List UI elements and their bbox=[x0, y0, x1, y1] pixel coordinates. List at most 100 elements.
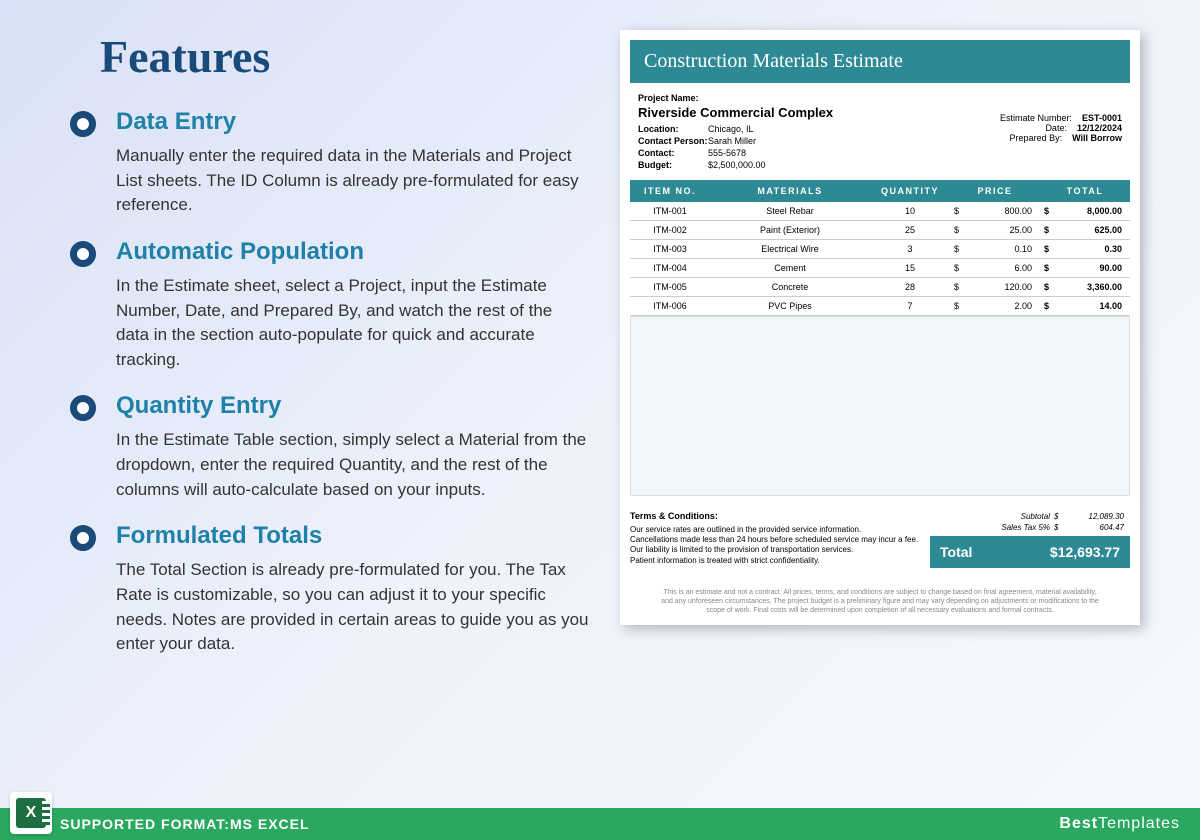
disclaimer: This is an estimate and not a contract. … bbox=[630, 588, 1130, 615]
cell-price: $25.00 bbox=[950, 225, 1040, 235]
prepared-by-value: Will Borrow bbox=[1072, 133, 1122, 143]
cell-material: Electrical Wire bbox=[710, 244, 870, 254]
bullet-icon bbox=[70, 111, 96, 137]
budget-label: Budget: bbox=[638, 160, 708, 170]
grand-total-value: $12,693.77 bbox=[1050, 544, 1120, 560]
tax-value: 604.47 bbox=[1064, 523, 1124, 532]
tax-label: Sales Tax 5% bbox=[936, 523, 1050, 532]
feature-body: The Total Section is already pre-formula… bbox=[116, 558, 590, 657]
totals-section: Terms & Conditions: Our service rates ar… bbox=[630, 511, 1130, 568]
grand-total-row: Total $12,693.77 bbox=[930, 536, 1130, 568]
supported-format-value: MS EXCEL bbox=[230, 816, 310, 832]
terms-line: Patient information is treated with stri… bbox=[630, 556, 920, 566]
totals-block: Subtotal$12,089.30 Sales Tax 5%$604.47 T… bbox=[930, 511, 1130, 568]
subtotal-value: 12,089.30 bbox=[1064, 512, 1124, 521]
cell-material: Concrete bbox=[710, 282, 870, 292]
page-title: Features bbox=[100, 30, 590, 83]
cell-price: $2.00 bbox=[950, 301, 1040, 311]
date-label: Date: bbox=[987, 123, 1067, 133]
feature-formulated-totals: Formulated Totals The Total Section is a… bbox=[70, 522, 590, 657]
cell-qty: 28 bbox=[870, 282, 950, 292]
cell-total: $8,000.00 bbox=[1040, 206, 1130, 216]
cell-total: $90.00 bbox=[1040, 263, 1130, 273]
total-label: Total bbox=[940, 544, 972, 560]
table-row: ITM-003Electrical Wire3$0.10$0.30 bbox=[630, 240, 1130, 259]
supported-format-label: SUPPORTED FORMAT: bbox=[60, 816, 230, 832]
feature-body: Manually enter the required data in the … bbox=[116, 144, 590, 218]
table-row: ITM-001Steel Rebar10$800.00$8,000.00 bbox=[630, 202, 1130, 221]
header-item: ITEM NO. bbox=[630, 186, 710, 196]
estimate-number-label: Estimate Number: bbox=[992, 113, 1072, 123]
bullet-icon bbox=[70, 525, 96, 551]
feature-title: Data Entry bbox=[116, 108, 590, 136]
excel-icon: X bbox=[10, 792, 52, 834]
brand-logo: BestTemplates bbox=[1059, 815, 1180, 833]
budget-value: $2,500,000.00 bbox=[708, 160, 766, 170]
contact-label: Contact: bbox=[638, 148, 708, 158]
cell-material: PVC Pipes bbox=[710, 301, 870, 311]
header-materials: MATERIALS bbox=[710, 186, 870, 196]
location-label: Location: bbox=[638, 124, 708, 134]
feature-auto-population: Automatic Population In the Estimate she… bbox=[70, 238, 590, 373]
empty-rows-area bbox=[630, 316, 1130, 496]
cell-qty: 15 bbox=[870, 263, 950, 273]
cell-price: $120.00 bbox=[950, 282, 1040, 292]
contact-value: 555-5678 bbox=[708, 148, 746, 158]
document-title: Construction Materials Estimate bbox=[630, 40, 1130, 83]
cell-total: $625.00 bbox=[1040, 225, 1130, 235]
document-preview: Construction Materials Estimate Project … bbox=[620, 30, 1140, 625]
estimate-number-value: EST-0001 bbox=[1082, 113, 1122, 123]
prepared-by-label: Prepared By: bbox=[982, 133, 1062, 143]
feature-title: Formulated Totals bbox=[116, 522, 590, 550]
cell-price: $0.10 bbox=[950, 244, 1040, 254]
feature-body: In the Estimate sheet, select a Project,… bbox=[116, 274, 590, 373]
cell-material: Steel Rebar bbox=[710, 206, 870, 216]
table-row: ITM-004Cement15$6.00$90.00 bbox=[630, 259, 1130, 278]
cell-item: ITM-002 bbox=[630, 225, 710, 235]
cell-qty: 7 bbox=[870, 301, 950, 311]
cell-item: ITM-001 bbox=[630, 206, 710, 216]
feature-quantity-entry: Quantity Entry In the Estimate Table sec… bbox=[70, 392, 590, 502]
table-row: ITM-002Paint (Exterior)25$25.00$625.00 bbox=[630, 221, 1130, 240]
cell-item: ITM-003 bbox=[630, 244, 710, 254]
feature-data-entry: Data Entry Manually enter the required d… bbox=[70, 108, 590, 218]
feature-title: Quantity Entry bbox=[116, 392, 590, 420]
terms-block: Terms & Conditions: Our service rates ar… bbox=[630, 511, 930, 568]
cell-qty: 25 bbox=[870, 225, 950, 235]
features-column: Features Data Entry Manually enter the r… bbox=[70, 30, 620, 808]
document-meta: Project Name: Riverside Commercial Compl… bbox=[630, 83, 1130, 180]
contact-person-value: Sarah Miller bbox=[708, 136, 756, 146]
header-quantity: QUANTITY bbox=[870, 186, 950, 196]
terms-line: Our service rates are outlined in the pr… bbox=[630, 525, 920, 535]
cell-qty: 10 bbox=[870, 206, 950, 216]
terms-line: Our liability is limited to the provisio… bbox=[630, 545, 920, 555]
header-price: PRICE bbox=[950, 186, 1040, 196]
cell-item: ITM-006 bbox=[630, 301, 710, 311]
cell-price: $800.00 bbox=[950, 206, 1040, 216]
table-row: ITM-006PVC Pipes7$2.00$14.00 bbox=[630, 297, 1130, 316]
cell-material: Cement bbox=[710, 263, 870, 273]
location-value: Chicago, IL bbox=[708, 124, 754, 134]
contact-person-label: Contact Person: bbox=[638, 136, 708, 146]
date-value: 12/12/2024 bbox=[1077, 123, 1122, 133]
cell-price: $6.00 bbox=[950, 263, 1040, 273]
table-body: ITM-001Steel Rebar10$800.00$8,000.00ITM-… bbox=[630, 202, 1130, 316]
cell-material: Paint (Exterior) bbox=[710, 225, 870, 235]
footer-bar: SUPPORTED FORMAT: MS EXCEL BestTemplates bbox=[0, 808, 1200, 840]
cell-qty: 3 bbox=[870, 244, 950, 254]
cell-item: ITM-004 bbox=[630, 263, 710, 273]
cell-total: $0.30 bbox=[1040, 244, 1130, 254]
cell-item: ITM-005 bbox=[630, 282, 710, 292]
bullet-icon bbox=[70, 241, 96, 267]
terms-title: Terms & Conditions: bbox=[630, 511, 920, 523]
project-name: Riverside Commercial Complex bbox=[638, 105, 928, 120]
cell-total: $3,360.00 bbox=[1040, 282, 1130, 292]
feature-title: Automatic Population bbox=[116, 238, 590, 266]
bullet-icon bbox=[70, 395, 96, 421]
document-preview-column: Construction Materials Estimate Project … bbox=[620, 30, 1150, 808]
header-total: TOTAL bbox=[1040, 186, 1130, 196]
terms-line: Cancellations made less than 24 hours be… bbox=[630, 535, 920, 545]
feature-body: In the Estimate Table section, simply se… bbox=[116, 428, 590, 502]
table-row: ITM-005Concrete28$120.00$3,360.00 bbox=[630, 278, 1130, 297]
cell-total: $14.00 bbox=[1040, 301, 1130, 311]
